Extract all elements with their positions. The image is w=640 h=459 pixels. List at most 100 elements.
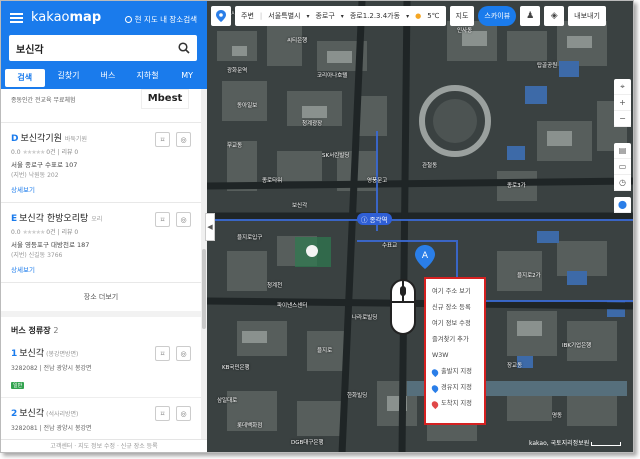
zoom-out-icon[interactable]: − [614, 111, 631, 127]
map-label: 수표교 [382, 243, 398, 249]
location-pin-icon[interactable]: ◎ [176, 406, 191, 421]
sun-icon: ● [415, 12, 422, 20]
distance-icon[interactable]: ▤ [614, 143, 631, 159]
radius-icon[interactable]: ◷ [614, 175, 631, 191]
menu-item-w3w[interactable]: W3W [432, 348, 484, 364]
search-icon[interactable] [178, 42, 190, 54]
menu-item-set-waypoint[interactable]: 경유지 지정 [430, 380, 484, 396]
map-label: 파이낸스센터 [277, 303, 308, 309]
map-label: 을지로 [317, 348, 333, 354]
breadcrumb-district[interactable]: 종로구 [315, 11, 334, 21]
menu-item-add-favorite[interactable]: 즐겨찾기 추가 [432, 332, 484, 348]
more-places-button[interactable]: 장소 더보기 [1, 283, 201, 317]
map-label: 청계광장 [302, 121, 323, 127]
bus-section-label: 버스 정류장 [11, 326, 51, 335]
bookmark-icon[interactable]: ⌑ [155, 346, 170, 361]
bus-stop-item-2[interactable]: 2보신각(석사리방면) 3282081 | 전남 광양시 봉강면 일반 ⌑ ◎ [1, 398, 201, 439]
area-icon[interactable]: ▭ [614, 159, 631, 175]
location-icon[interactable]: ⬤ [614, 197, 631, 213]
map-label: SK서린빌딩 [322, 153, 350, 159]
around-button[interactable]: 주변 [241, 11, 254, 21]
tab-subway[interactable]: 지하철 [128, 67, 168, 89]
map-label: 인사동 [457, 28, 473, 34]
map-label: 코리아나호텔 [317, 73, 348, 79]
bus-type-badge: 일반 [11, 382, 25, 389]
satellite-map[interactable]: ⓘ 종각역 서울시민청 씨티은행 광화문역 코리아나호텔 동아일보 청계광장 무… [207, 1, 633, 452]
destination-pin-icon [430, 399, 440, 409]
map-label: 관철동 [422, 163, 438, 169]
kakaomap-logo[interactable]: kakaomap [31, 10, 101, 25]
layers-icon: ◈ [550, 11, 558, 21]
map-label: DGB대구은행 [291, 440, 324, 446]
menu-item-set-start[interactable]: 출발지 지정 [430, 364, 484, 380]
search-input[interactable]: 보신각 [16, 41, 178, 56]
place-address: 서울 영등포구 대방천로 187 [11, 241, 90, 249]
place-item-d[interactable]: D 보신각기원 바둑기원 0.0 ★★★★★ 0건 | 리뷰 0 서울 종로구 수표… [1, 123, 201, 203]
menu-item-view-address[interactable]: 여기 주소 보기 [432, 284, 484, 300]
ad-thumbnail[interactable]: Mbest [141, 89, 189, 109]
skyview-button[interactable]: 스카이뷰 [478, 6, 517, 26]
bus-stop-name[interactable]: 보신각 [19, 349, 44, 359]
roadview-icon-button[interactable]: ♟ [520, 6, 541, 26]
zoom-in-icon[interactable]: + [614, 95, 631, 111]
map-view-button[interactable]: 지도 [449, 6, 475, 26]
sidebar: kakaomap 현 지도 내 장소검색 보신각 검색 길찾기 버스 지하철 M… [1, 1, 207, 452]
location-pin-icon[interactable]: ◎ [176, 132, 191, 147]
bus-stop-item-1[interactable]: 1 보신각 (봉강면방면) 3282082 | 전남 광양시 봉강면 일반 ⌑ ◎ [1, 338, 201, 398]
search-box[interactable]: 보신각 [9, 35, 197, 61]
location-pin-icon[interactable]: ◎ [176, 212, 191, 227]
place-name[interactable]: 보신각기원 [20, 134, 61, 144]
roadview-button[interactable] [211, 6, 231, 26]
place-item-e[interactable]: E 보신각 한방오리탕 오리 0.0 ★★★★★ 0건 | 리뷰 0 서울 영등포구… [1, 203, 201, 283]
map-label: 영풍문고 [367, 178, 388, 184]
logo-text: kakao [31, 10, 70, 25]
gps-icon[interactable]: ⌖ [614, 79, 631, 95]
breadcrumb-dong[interactable]: 종로1.2.3.4가동 [350, 11, 400, 21]
browser-frame: kakaomap 현 지도 내 장소검색 보신각 검색 길찾기 버스 지하철 M… [0, 0, 634, 453]
tab-search[interactable]: 검색 [5, 69, 45, 87]
map-copyright: kakao, 국토지리정보원 [529, 440, 590, 447]
map-label: KB국민은행 [222, 365, 250, 371]
review-count: 리뷰 0 [61, 229, 79, 236]
bookmark-icon[interactable]: ⌑ [155, 212, 170, 227]
location-pin-icon[interactable]: ◎ [176, 346, 191, 361]
weather-temp: 5℃ [427, 12, 440, 20]
menu-item-set-destination[interactable]: 도착지 지정 [430, 396, 484, 412]
station-name: 종각역 [369, 216, 388, 224]
scope-toggle[interactable]: 현 지도 내 장소검색 [124, 14, 197, 25]
detail-link[interactable]: 상세보기 [11, 184, 191, 194]
layers-button[interactable]: ◈ [544, 6, 565, 26]
bookmark-icon[interactable]: ⌑ [155, 132, 170, 147]
marker-a-icon[interactable]: A [415, 245, 435, 269]
station-label[interactable]: ⓘ 종각역 [357, 213, 392, 225]
map-controls-bottom: ⬤ [614, 197, 631, 213]
rating-value: 0.0 [11, 149, 21, 156]
bookmark-icon[interactable]: ⌑ [155, 406, 170, 421]
tab-directions[interactable]: 길찾기 [49, 67, 89, 89]
menu-item-edit-info[interactable]: 여기 정보 수정 [432, 316, 484, 332]
map-label: 장교동 [507, 363, 523, 369]
bus-stop-name[interactable]: 보신각 [19, 409, 44, 419]
bus-section-count: 2 [53, 326, 59, 335]
bus-stop-direction: (석사리방면) [46, 411, 79, 418]
menu-item-new-place[interactable]: 신규 장소 등록 [432, 300, 484, 316]
detail-link[interactable]: 상세보기 [11, 264, 191, 274]
menu-icon[interactable] [10, 13, 23, 23]
sidebar-footer[interactable]: 고객센터 · 지도 정보 수정 · 신규 장소 등록 [1, 439, 207, 452]
tab-bar: 검색 길찾기 버스 지하철 MY [1, 67, 207, 89]
tab-bus[interactable]: 버스 [88, 67, 128, 89]
bus-index: 1 [11, 349, 18, 359]
tab-my[interactable]: MY [167, 67, 207, 89]
place-name[interactable]: 보신각 한방오리탕 [19, 214, 88, 224]
map-label: 을지로2가 [517, 273, 541, 279]
scrollbar-thumb[interactable] [202, 249, 206, 329]
place-address: 서울 종로구 수표로 107 [11, 161, 78, 169]
breadcrumb-city[interactable]: 서울특별시 [268, 11, 300, 21]
map-label: 종로타워 [262, 178, 283, 184]
collapse-sidebar-button[interactable]: ◀ [205, 213, 215, 241]
logo-bold: map [69, 10, 102, 25]
map-label: 동아일보 [237, 103, 258, 109]
map-label: 을지로입구 [237, 235, 263, 241]
export-button[interactable]: 내보내기 [568, 6, 606, 26]
list-item-partial[interactable]: 종동인간 전교육 무료체험 Mbest [1, 89, 201, 123]
